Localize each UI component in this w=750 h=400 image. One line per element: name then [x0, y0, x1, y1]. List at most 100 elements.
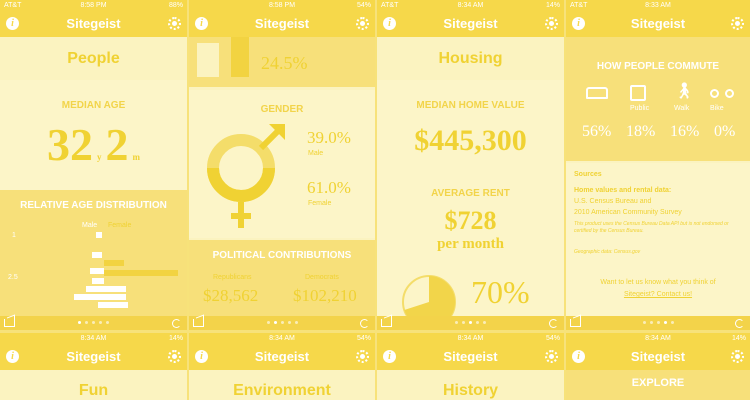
commute-panel: HOW PEOPLE COMMUTE 🚶︎ Public Walk Bike 5… [566, 37, 750, 161]
male-pct: 39.0% [307, 128, 351, 147]
gender-icon [207, 124, 285, 228]
nav-bar: i Sitegeist [189, 11, 375, 37]
battery: 54% [545, 335, 560, 342]
median-age-label: MEDIAN AGE [61, 100, 126, 111]
app-title: Sitegeist [630, 16, 686, 31]
section-title: Fun [78, 382, 109, 399]
toolbar [566, 316, 750, 330]
bike-icon [710, 89, 734, 99]
page-dots[interactable] [377, 321, 564, 324]
credit: Geographic data: Census.gov [574, 249, 641, 255]
party-right: Democrats [305, 274, 339, 281]
commute-label: HOW PEOPLE COMMUTE [596, 61, 720, 72]
toolbar [0, 316, 187, 330]
stat-panel: 24.5% [189, 37, 375, 87]
gear-icon[interactable] [356, 350, 369, 363]
refresh-icon[interactable] [172, 319, 181, 328]
gear-icon[interactable] [731, 17, 744, 30]
clock: 8:34 AM [80, 335, 107, 342]
page-dots[interactable] [189, 321, 375, 324]
nav-bar: i Sitegeist [566, 344, 750, 370]
status-bar: AT&T 8:58 PM 88% [0, 0, 187, 11]
nav-bar: i Sitegeist [377, 11, 564, 37]
app-title: Sitegeist [443, 16, 498, 31]
housing-panel: MEDIAN HOME VALUE $445,300 AVERAGE RENT … [377, 80, 564, 329]
nav-bar: i Sitegeist [189, 344, 375, 370]
phone-explore: 8:34 AM 14% i Sitegeist EXPLORE [566, 333, 750, 400]
contact-link[interactable]: Sitegeist? Contact us! [566, 291, 750, 298]
page-dots[interactable] [566, 321, 750, 324]
source-line: 2010 American Community Survey [574, 209, 682, 216]
battery: 54% [356, 2, 371, 9]
status-bar: 8:34 AM 14% [0, 333, 187, 344]
nav-bar: i Sitegeist [0, 11, 187, 37]
gear-icon[interactable] [545, 350, 558, 363]
median-age-panel: MEDIAN AGE 32 y2 m [0, 80, 187, 190]
refresh-icon[interactable] [735, 319, 744, 328]
gear-icon[interactable] [731, 350, 744, 363]
median-age-value: 32 y2 m [47, 119, 140, 170]
phone-environment: 8:34 AM 54% i Sitegeist Environment [189, 333, 375, 400]
home-value-label: MEDIAN HOME VALUE [416, 100, 525, 111]
phone-people: AT&T 8:58 PM 88% i Sitegeist People MEDI… [0, 0, 187, 330]
clock: 8:33 AM [645, 2, 671, 9]
app-title: Sitegeist [254, 349, 310, 364]
section-title: Environment [233, 382, 331, 399]
phone-housing: AT&T 8:34 AM 14% i Sitegeist Housing MED… [377, 0, 564, 330]
clock: 8:58 PM [268, 2, 296, 9]
age-bar [104, 270, 178, 276]
age-bar [86, 286, 126, 292]
car-icon [586, 87, 608, 99]
clock: 8:34 AM [645, 335, 671, 342]
gear-icon[interactable] [545, 17, 558, 30]
age-bar [104, 260, 124, 266]
stat-bar [231, 37, 249, 77]
toolbar [377, 316, 564, 330]
rent-value: $728 [444, 206, 497, 235]
section-title: People [67, 50, 120, 67]
mode-name: Public [630, 105, 650, 112]
source-title: Home values and rental data: [574, 187, 672, 194]
app-title: Sitegeist [254, 16, 310, 31]
gear-icon[interactable] [168, 17, 181, 30]
legend-male: Male [82, 222, 98, 229]
battery: 14% [545, 2, 560, 9]
battery: 54% [356, 335, 371, 342]
right-amount: $102,210 [293, 286, 357, 305]
battery: 88% [168, 2, 183, 9]
left-amount: $28,562 [203, 286, 259, 305]
sources-panel: Sources Home values and rental data: U.S… [566, 163, 750, 316]
nav-bar: i Sitegeist [566, 11, 750, 37]
section-title: History [442, 382, 499, 399]
home-value: $445,300 [414, 124, 527, 157]
male-label: Male [308, 150, 324, 157]
mode-name: Bike [710, 105, 724, 112]
clock: 8:34 AM [457, 335, 484, 342]
gender-panel: GENDER 39.0% Male 61.0% Female [189, 90, 375, 238]
phone-fun: 8:34 AM 14% i Sitegeist Fun [0, 333, 187, 400]
age-bar [92, 278, 104, 284]
status-bar: 8:34 AM 14% [566, 333, 750, 344]
status-bar: 8:34 AM 54% [377, 333, 564, 344]
clock: 8:34 AM [457, 2, 484, 9]
nav-bar: i Sitegeist [0, 344, 187, 370]
party-left: Republicans [213, 274, 252, 281]
status-bar: AT&T 8:34 AM 14% [377, 0, 564, 11]
age-bar [92, 252, 102, 258]
age-bar [98, 302, 128, 308]
page-dots[interactable] [0, 321, 187, 324]
rent-label: AVERAGE RENT [431, 188, 510, 199]
app-title: Sitegeist [66, 349, 121, 364]
gear-icon[interactable] [356, 17, 369, 30]
female-pct: 61.0% [307, 178, 351, 197]
refresh-icon[interactable] [360, 319, 369, 328]
legend-female: Female [108, 222, 132, 229]
rent-unit: per month [437, 236, 504, 252]
commute-pct: 16% [670, 123, 700, 140]
commute-pct: 18% [626, 123, 656, 140]
refresh-icon[interactable] [549, 319, 558, 328]
stat-pct: 24.5% [261, 53, 308, 73]
political-panel: POLITICAL CONTRIBUTIONS Republicans Demo… [189, 240, 375, 316]
gear-icon[interactable] [168, 350, 181, 363]
mode-name: Walk [674, 105, 690, 112]
